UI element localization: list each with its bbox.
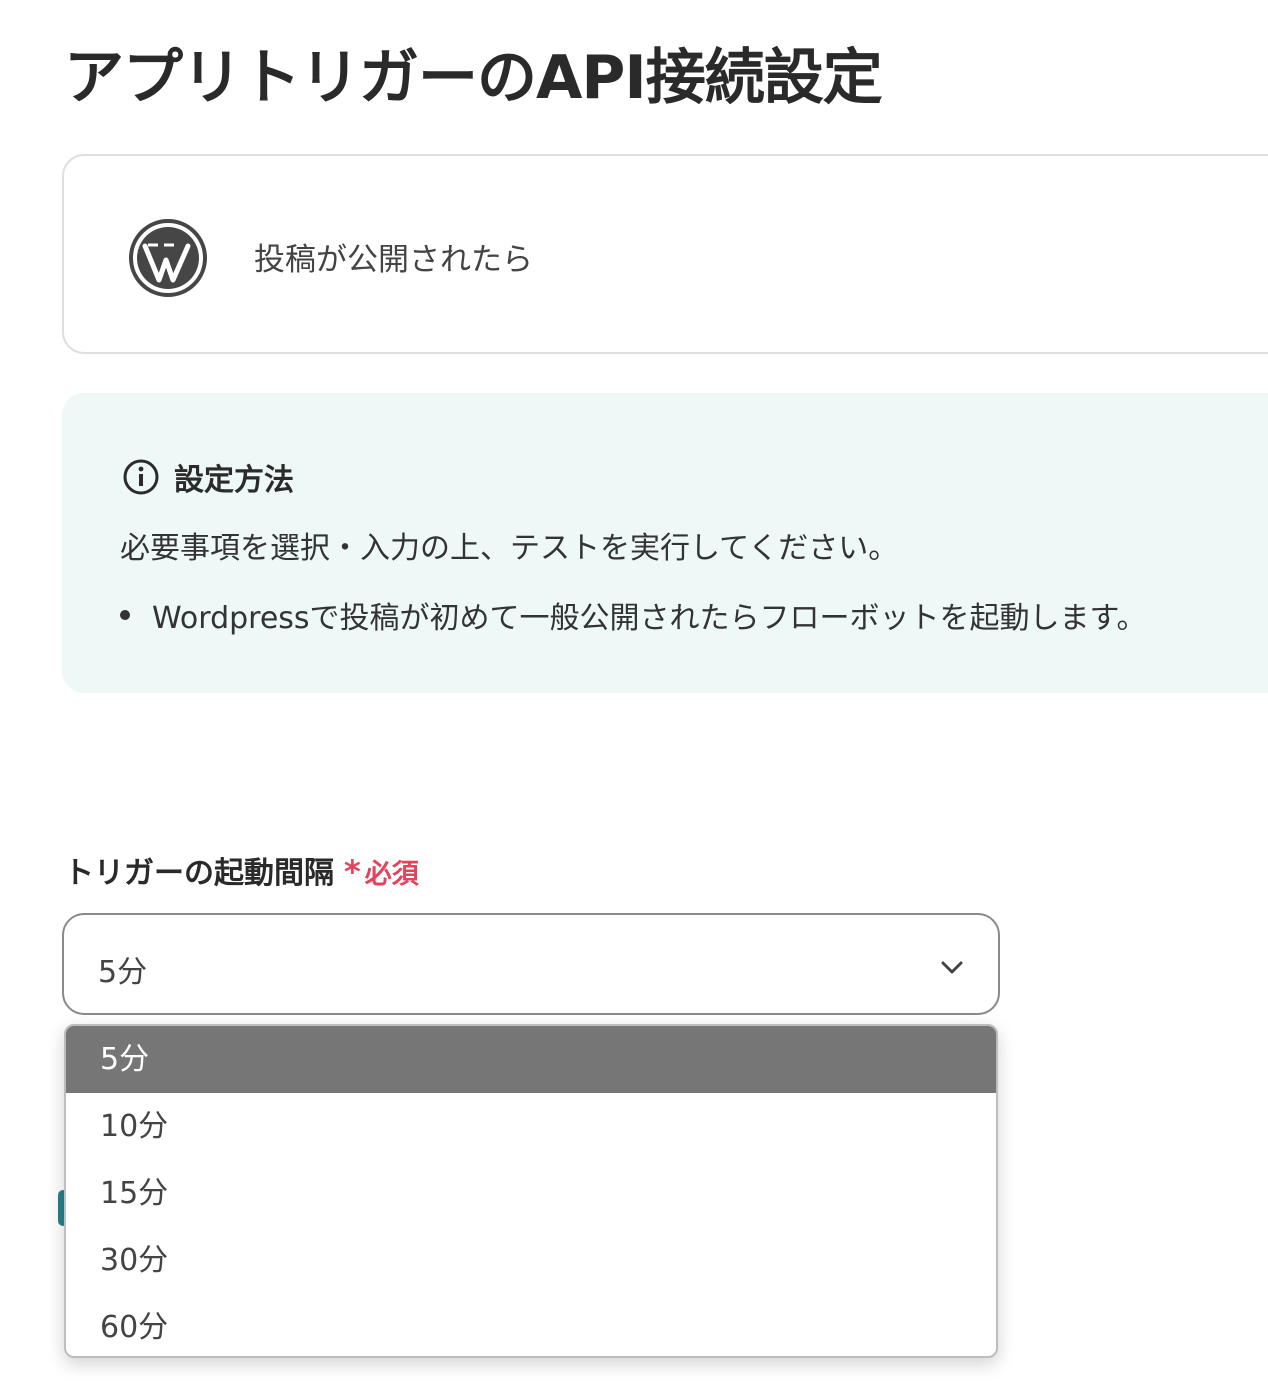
dropdown-option-15min[interactable]: 15分 <box>66 1160 996 1227</box>
trigger-card: 投稿が公開されたら <box>62 154 1268 354</box>
chevron-down-icon <box>941 961 963 974</box>
info-header: 設定方法 <box>122 455 294 499</box>
wordpress-icon <box>129 219 207 297</box>
info-circle-icon <box>123 459 159 495</box>
dropdown-option-10min[interactable]: 10分 <box>66 1093 996 1160</box>
info-text: 必要事項を選択・入力の上、テストを実行してください。 <box>120 531 899 566</box>
info-bullet-text: Wordpressで投稿が初めて一般公開されたらフローボットを起動します。 <box>152 601 1147 636</box>
interval-select[interactable]: 5分 <box>62 913 1000 1015</box>
required-asterisk: * <box>344 853 361 891</box>
required-text: 必須 <box>364 859 419 890</box>
trigger-name: 投稿が公開されたら <box>254 242 533 278</box>
page-title: アプリトリガーのAPI接続設定 <box>64 43 883 113</box>
interval-dropdown: 5分 10分 15分 30分 60分 <box>64 1024 998 1358</box>
info-box: 設定方法 必要事項を選択・入力の上、テストを実行してください。 Wordpres… <box>62 393 1268 693</box>
dropdown-option-5min[interactable]: 5分 <box>66 1026 996 1093</box>
info-title: 設定方法 <box>174 463 294 498</box>
dropdown-option-60min[interactable]: 60分 <box>66 1294 996 1356</box>
info-bullet: Wordpressで投稿が初めて一般公開されたらフローボットを起動します。 <box>120 593 1147 637</box>
interval-field-label: トリガーの起動間隔 * 必須 <box>64 848 419 892</box>
interval-label-text: トリガーの起動間隔 <box>64 856 334 891</box>
bullet-dot <box>120 610 130 620</box>
dropdown-option-30min[interactable]: 30分 <box>66 1227 996 1294</box>
interval-select-value: 5分 <box>98 955 148 990</box>
